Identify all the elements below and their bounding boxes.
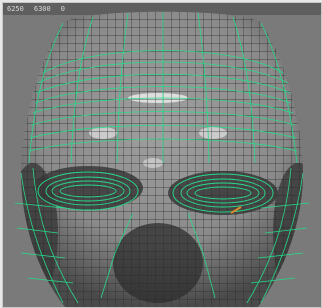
head-geometry bbox=[21, 11, 303, 307]
head-mesh-render[interactable] bbox=[3, 3, 321, 307]
3d-viewport[interactable]: 6250 6300 0 bbox=[2, 2, 322, 308]
